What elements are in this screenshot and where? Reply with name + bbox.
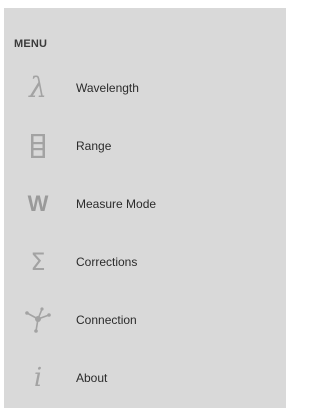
menu-item-connection[interactable]: Connection: [4, 292, 286, 348]
navigation-drawer: MENU λ Wavelength Range W Measure Mode Σ…: [4, 8, 286, 408]
w-icon: W: [27, 191, 49, 216]
lambda-icon: λ: [29, 71, 47, 104]
menu-item-about[interactable]: i About: [4, 350, 286, 406]
menu-item-label: Measure Mode: [76, 197, 157, 211]
menu-item-label: Wavelength: [76, 81, 139, 95]
menu-item-label: Connection: [76, 313, 137, 327]
menu-item-wavelength[interactable]: λ Wavelength: [4, 60, 286, 116]
menu-item-measure-mode[interactable]: W Measure Mode: [4, 176, 286, 232]
sigma-icon: Σ: [30, 248, 46, 276]
menu-item-label: About: [76, 371, 108, 385]
menu-item-label: Corrections: [76, 255, 138, 269]
connection-node-icon: [20, 302, 56, 338]
menu-header: MENU: [14, 38, 48, 50]
menu-item-corrections[interactable]: Σ Corrections: [4, 234, 286, 290]
menu-item-label: Range: [76, 139, 112, 153]
menu-item-range[interactable]: Range: [4, 118, 286, 174]
range-ladder-icon: [20, 128, 56, 164]
info-icon: i: [33, 363, 43, 393]
